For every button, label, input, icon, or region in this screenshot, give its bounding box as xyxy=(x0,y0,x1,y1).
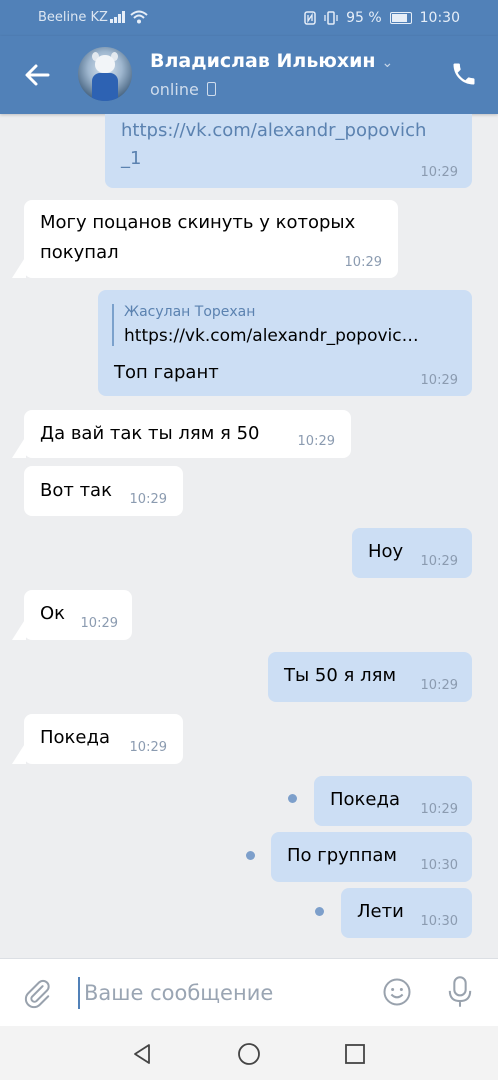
attach-icon[interactable] xyxy=(22,977,52,1009)
message-text: Ок xyxy=(40,603,66,624)
message-time: 10:29 xyxy=(420,554,458,569)
message-time: 10:29 xyxy=(80,616,118,631)
message-outgoing[interactable]: По группам 10:30 xyxy=(271,832,472,882)
nav-home-icon[interactable] xyxy=(237,1042,261,1066)
message-outgoing[interactable]: https://vk.com/alexandr_popovich _1 10:2… xyxy=(105,114,472,188)
message-time: 10:29 xyxy=(129,740,167,755)
message-outgoing[interactable]: Лети 10:30 xyxy=(341,888,472,938)
online-status: online xyxy=(150,80,216,99)
message-outgoing[interactable]: Ноу 10:29 xyxy=(352,528,472,578)
battery-percent: 95 % xyxy=(346,10,382,26)
forwarded-author[interactable]: Жасулан Торехан xyxy=(124,304,444,320)
vibrate-icon xyxy=(324,11,338,25)
message-text: Топ гарант xyxy=(114,362,219,383)
unread-dot xyxy=(315,907,324,916)
message-time: 10:30 xyxy=(420,858,458,873)
signal-icon xyxy=(110,11,125,23)
message-outgoing[interactable]: Покеда 10:29 xyxy=(314,776,472,826)
status-right: 95 % 10:30 xyxy=(304,10,460,26)
message-time: 10:30 xyxy=(420,914,458,929)
message-time: 10:29 xyxy=(297,434,335,449)
message-link[interactable]: https://vk.com/alexandr_popovich xyxy=(121,120,426,141)
unread-dot xyxy=(288,794,297,803)
emoji-icon[interactable] xyxy=(382,977,412,1007)
message-composer: Ваше сообщение xyxy=(0,958,498,1027)
avatar[interactable] xyxy=(78,47,132,101)
system-nav-bar xyxy=(0,1026,498,1080)
message-text: Покеда xyxy=(40,727,110,748)
mobile-icon xyxy=(206,82,216,96)
battery-icon xyxy=(389,12,412,24)
message-text: Могу поцанов скинуть у которых xyxy=(40,212,356,233)
nav-recents-icon[interactable] xyxy=(343,1042,367,1066)
message-text: Ты 50 я лям xyxy=(284,665,397,686)
message-time: 10:29 xyxy=(420,678,458,693)
message-text-continued: покупал xyxy=(40,242,119,263)
microphone-icon[interactable] xyxy=(446,975,474,1009)
message-incoming[interactable]: Ок 10:29 xyxy=(24,590,132,640)
message-input[interactable]: Ваше сообщение xyxy=(78,977,374,1009)
contact-name[interactable]: Владислав Ильюхин ⌄ xyxy=(150,50,393,72)
message-time: 10:29 xyxy=(344,255,382,270)
chat-header: Владислав Ильюхин ⌄ online xyxy=(0,36,498,114)
wifi-icon xyxy=(130,10,148,24)
message-incoming[interactable]: Покеда 10:29 xyxy=(24,714,183,764)
message-time: 10:29 xyxy=(420,165,458,180)
nav-back-icon[interactable] xyxy=(130,1042,154,1066)
message-list[interactable]: https://vk.com/alexandr_popovich _1 10:2… xyxy=(0,114,498,958)
message-time: 10:29 xyxy=(420,802,458,817)
forwarded-quote[interactable]: Жасулан Торехан https://vk.com/alexandr_… xyxy=(112,304,444,346)
nfc-icon xyxy=(304,11,316,25)
message-incoming[interactable]: Могу поцанов скинуть у которых покупал 1… xyxy=(24,200,398,278)
message-time: 10:29 xyxy=(129,492,167,507)
message-text: Ноу xyxy=(368,541,404,562)
message-text: Лети xyxy=(357,901,404,922)
unread-dot xyxy=(246,851,255,860)
carrier-label: Beeline KZ xyxy=(38,10,108,25)
message-text: Покеда xyxy=(330,789,400,810)
message-time: 10:29 xyxy=(420,373,458,388)
message-outgoing[interactable]: Ты 50 я лям 10:29 xyxy=(268,652,472,702)
message-text: По группам xyxy=(287,845,397,866)
message-text: Да вай так ты лям я 50 xyxy=(40,423,260,444)
status-bar: Beeline KZ 95 % 10:30 xyxy=(0,0,498,36)
phone-call-icon[interactable] xyxy=(450,60,478,88)
chevron-down-icon: ⌄ xyxy=(381,55,394,71)
message-incoming[interactable]: Вот так 10:29 xyxy=(24,466,183,516)
message-link-continued[interactable]: _1 xyxy=(121,148,141,169)
message-incoming[interactable]: Да вай так ты лям я 50 10:29 xyxy=(24,410,351,458)
back-arrow-icon[interactable] xyxy=(22,60,52,90)
forwarded-link[interactable]: https://vk.com/alexandr_popovic… xyxy=(124,326,444,346)
message-outgoing-forwarded[interactable]: Жасулан Торехан https://vk.com/alexandr_… xyxy=(98,290,472,396)
clock: 10:30 xyxy=(419,10,460,26)
message-text: Вот так xyxy=(40,480,112,501)
